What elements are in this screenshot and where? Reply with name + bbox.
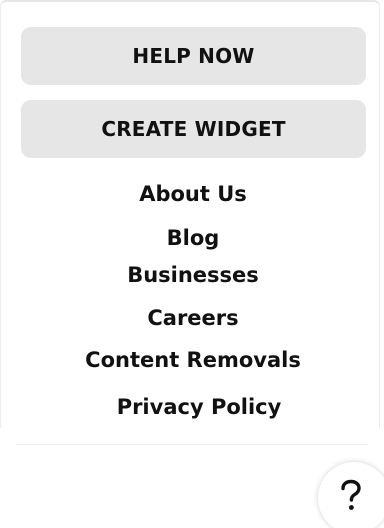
about-us-link[interactable]: About Us	[1, 182, 384, 206]
businesses-link[interactable]: Businesses	[1, 263, 384, 287]
privacy-policy-link[interactable]: Privacy Policy	[7, 395, 384, 419]
help-fab-button[interactable]	[318, 462, 384, 528]
footer-divider	[16, 444, 368, 445]
content-removals-link[interactable]: Content Removals	[1, 348, 384, 372]
help-now-button[interactable]: HELP NOW	[21, 27, 366, 85]
create-widget-button[interactable]: CREATE WIDGET	[21, 100, 366, 158]
question-mark-icon	[341, 479, 361, 510]
menu-panel: HELP NOW CREATE WIDGET About Us Blog Bus…	[0, 0, 380, 428]
blog-link[interactable]: Blog	[1, 226, 384, 250]
careers-link[interactable]: Careers	[1, 306, 384, 330]
page: HELP NOW CREATE WIDGET About Us Blog Bus…	[0, 0, 384, 528]
